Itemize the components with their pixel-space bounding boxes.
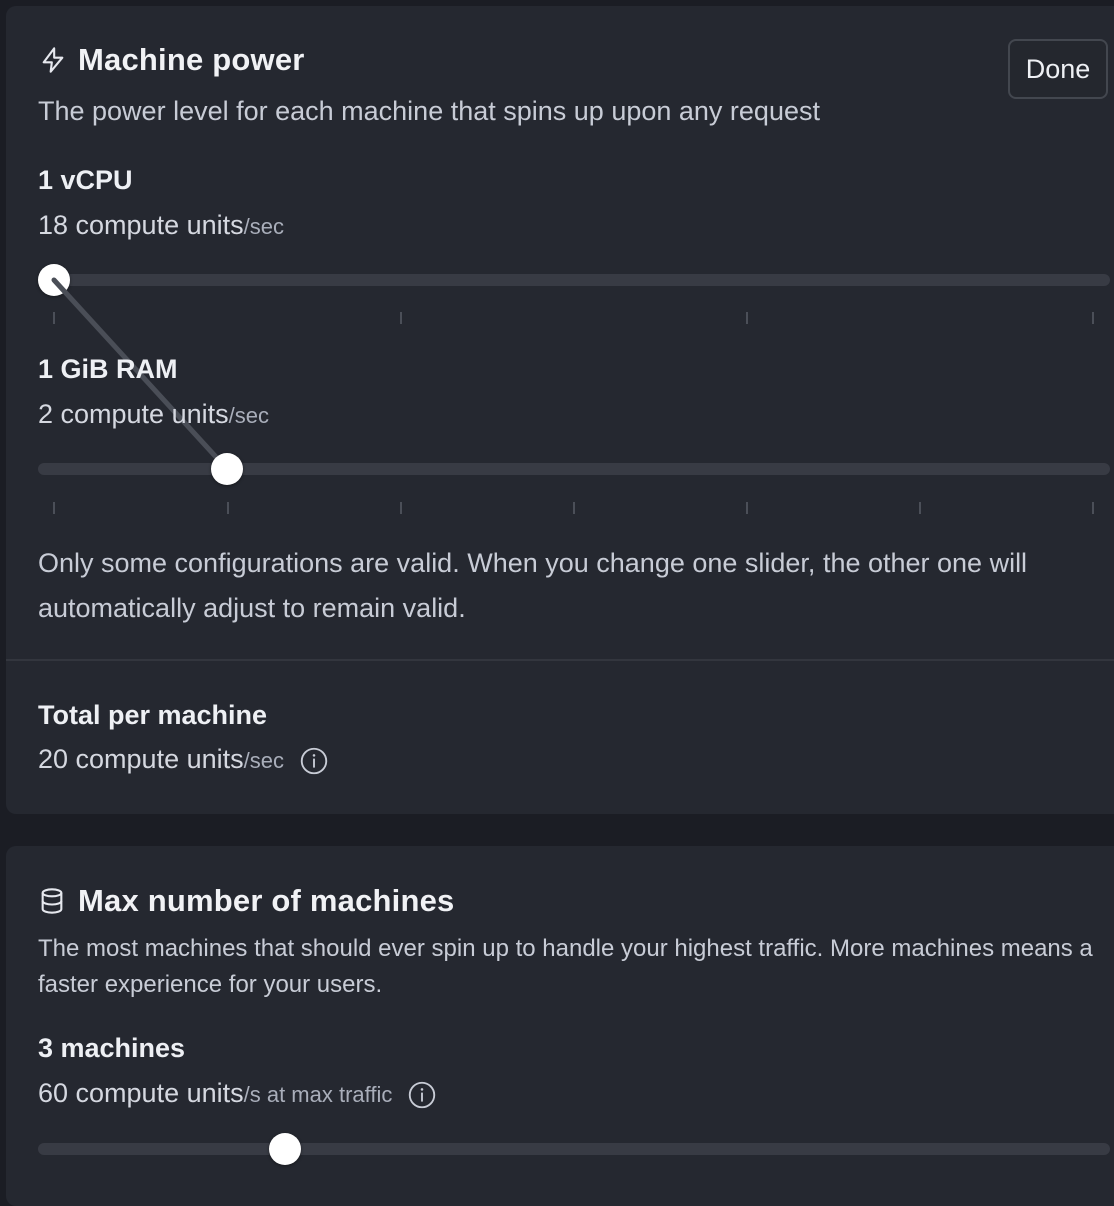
- ram-slider-tick: [53, 502, 55, 514]
- machines-slider-thumb[interactable]: [269, 1133, 301, 1165]
- ram-slider-track[interactable]: [38, 463, 1110, 475]
- machine-count-label: 3 machines: [38, 1033, 186, 1063]
- max-machines-card: Max number of machines The most machines…: [6, 846, 1114, 1206]
- machine-power-card: Machine power Done The power level for e…: [6, 6, 1114, 814]
- info-icon[interactable]: [408, 1081, 436, 1109]
- machines-slider-track[interactable]: [38, 1143, 1110, 1155]
- machine-power-title: Machine power: [78, 42, 305, 77]
- cpu-slider-tick: [1092, 312, 1094, 324]
- cpu-slider-track[interactable]: [38, 274, 1110, 286]
- lightning-icon: [42, 47, 64, 73]
- ram-slider-tick: [573, 502, 575, 514]
- ram-slider-thumb[interactable]: [211, 453, 243, 485]
- ram-slider-tick: [1092, 502, 1094, 514]
- total-compute-value: 20 compute units/sec: [38, 744, 328, 775]
- ram-label: 1 GiB RAM: [38, 354, 178, 384]
- ram-slider-tick: [227, 502, 229, 514]
- section-divider: [6, 659, 1114, 661]
- max-machines-description: The most machines that should ever spin …: [38, 935, 1093, 998]
- cpu-slider-tick: [746, 312, 748, 324]
- max-machines-title: Max number of machines: [78, 883, 455, 918]
- max-traffic-value: 60 compute units/s at max traffic: [38, 1078, 436, 1109]
- ram-slider-tick: [400, 502, 402, 514]
- database-icon: [41, 888, 63, 914]
- ram-compute-value: 2 compute units/sec: [38, 399, 269, 429]
- cpu-label: 1 vCPU: [38, 165, 133, 195]
- total-label: Total per machine: [38, 700, 268, 730]
- done-button[interactable]: Done: [1008, 39, 1108, 99]
- cpu-slider-tick: [400, 312, 402, 324]
- cpu-slider-tick: [53, 312, 55, 324]
- ram-slider-tick: [919, 502, 921, 514]
- ram-slider-tick: [746, 502, 748, 514]
- machine-power-description: The power level for each machine that sp…: [38, 96, 820, 126]
- cpu-slider-thumb[interactable]: [38, 264, 70, 296]
- valid-config-note: Only some configurations are valid. When…: [38, 548, 1028, 623]
- cpu-compute-value: 18 compute units/sec: [38, 210, 284, 240]
- info-icon[interactable]: [300, 747, 328, 775]
